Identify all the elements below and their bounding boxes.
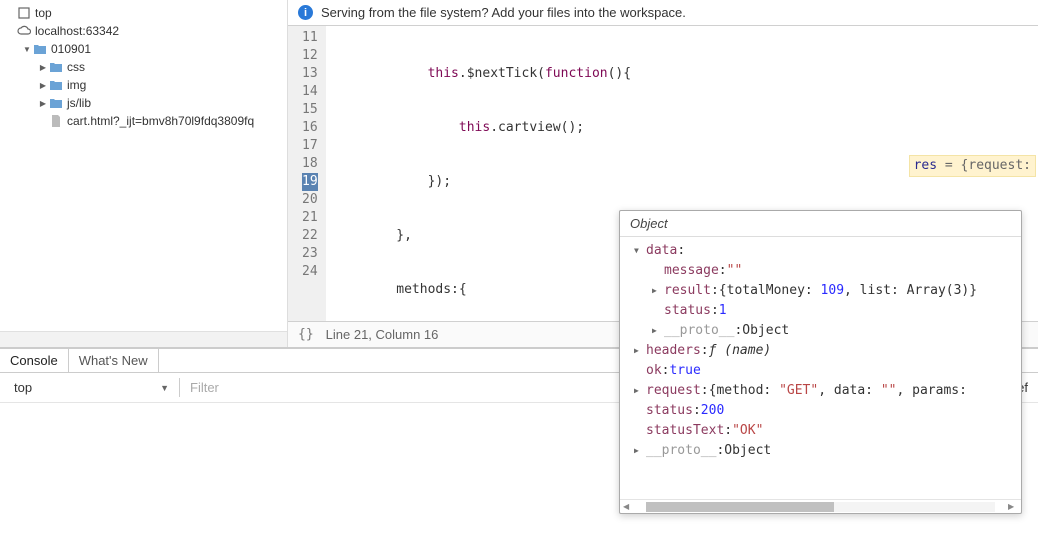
popup-body[interactable]: ▼data: message: "" ▶result: {totalMoney:… xyxy=(620,237,1021,499)
tree-label: localhost:63342 xyxy=(35,24,119,38)
tree-label: top xyxy=(35,6,52,20)
tree-label: css xyxy=(67,60,85,74)
folder-icon xyxy=(49,60,63,74)
info-text: Serving from the file system? Add your f… xyxy=(321,5,686,20)
info-icon: i xyxy=(298,5,313,20)
scroll-right-icon[interactable]: ▶ xyxy=(1008,502,1018,511)
object-inspector-popup[interactable]: Object ▼data: message: "" ▶result: {tota… xyxy=(619,210,1022,514)
tree-row-folder[interactable]: ▶ js/lib xyxy=(0,94,287,112)
h-scrollbar[interactable] xyxy=(0,331,287,347)
tree-row-folder[interactable]: ▶ img xyxy=(0,76,287,94)
caret-icon: ▼ xyxy=(22,44,32,54)
cloud-icon xyxy=(17,24,31,38)
caret-icon xyxy=(38,116,48,126)
caret-icon xyxy=(6,26,16,36)
cursor-position: Line 21, Column 16 xyxy=(326,327,439,342)
gutter[interactable]: 11121314 15161718 19202122 2324 xyxy=(288,26,326,321)
tree-row-top[interactable]: top xyxy=(0,4,287,22)
tab-console[interactable]: Console xyxy=(0,349,69,372)
tree-label: img xyxy=(67,78,86,92)
tree-label: 010901 xyxy=(51,42,91,56)
file-tree-sidebar: top localhost:63342 ▼ 010901 ▶ xyxy=(0,0,288,347)
tree-row-folder[interactable]: ▶ css xyxy=(0,58,287,76)
tree-row-host[interactable]: localhost:63342 xyxy=(0,22,287,40)
caret-icon: ▶ xyxy=(38,80,48,90)
scroll-left-icon[interactable]: ◀ xyxy=(623,502,633,511)
tree-row-file[interactable]: cart.html?_ijt=bmv8h70l9fdq3809fq xyxy=(0,112,287,130)
info-bar: i Serving from the file system? Add your… xyxy=(288,0,1038,26)
caret-icon: ▶ xyxy=(38,98,48,108)
file-icon xyxy=(49,114,63,128)
chevron-down-icon: ▼ xyxy=(160,383,169,393)
context-selector[interactable]: top ▼ xyxy=(10,378,180,397)
file-tree[interactable]: top localhost:63342 ▼ 010901 ▶ xyxy=(0,0,287,331)
popup-h-scrollbar[interactable]: ◀ ▶ xyxy=(620,499,1021,513)
folder-icon xyxy=(49,96,63,110)
tree-label: cart.html?_ijt=bmv8h70l9fdq3809fq xyxy=(67,114,254,128)
tree-row-folder[interactable]: ▼ 010901 xyxy=(0,40,287,58)
frame-icon xyxy=(17,6,31,20)
folder-icon xyxy=(33,42,47,56)
braces-icon[interactable]: {} xyxy=(298,327,314,342)
inline-value-hint: res = {request: xyxy=(909,155,1036,177)
scroll-thumb[interactable] xyxy=(646,502,834,512)
popup-title: Object xyxy=(620,211,1021,237)
folder-icon xyxy=(49,78,63,92)
tree-label: js/lib xyxy=(67,96,91,110)
caret-icon xyxy=(6,8,16,18)
tab-whats-new[interactable]: What's New xyxy=(69,349,159,372)
caret-icon: ▶ xyxy=(38,62,48,72)
context-label: top xyxy=(14,380,32,395)
scroll-track[interactable] xyxy=(646,502,995,512)
